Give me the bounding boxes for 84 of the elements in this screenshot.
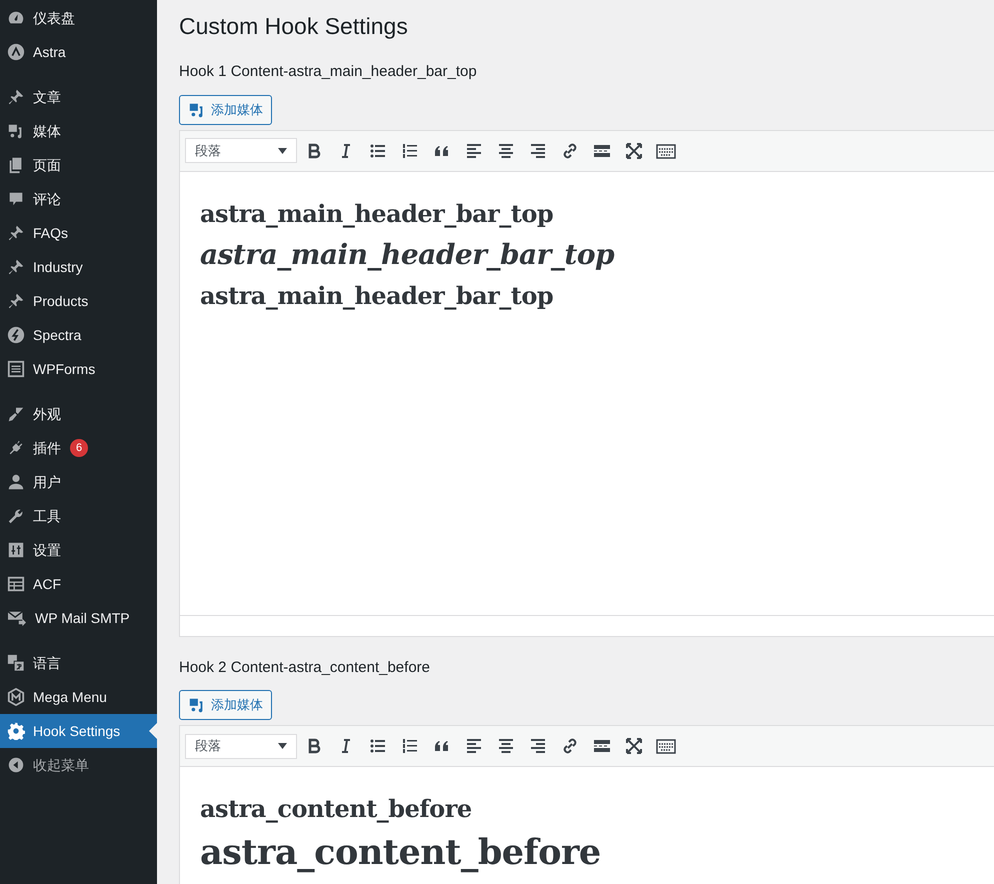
- heading-text: astra_main_header_bar_top: [200, 280, 554, 312]
- menu-item-label: Industry: [33, 258, 83, 277]
- letter-a-circle-icon: [7, 43, 25, 61]
- menu-item-label: Astra: [33, 42, 66, 62]
- add-media-button[interactable]: 添加媒体: [179, 94, 272, 124]
- sidebar-menu-item[interactable]: WPForms: [0, 352, 157, 386]
- menu-item-label: WP Mail SMTP: [35, 608, 130, 628]
- form-icon: [7, 360, 25, 378]
- menu-item-label: Mega Menu: [33, 688, 107, 707]
- sidebar-menu-item[interactable]: Mega Menu: [0, 680, 157, 714]
- editor-content-area[interactable]: astra_content_before astra_content_before: [180, 767, 994, 876]
- caret-icon: [278, 743, 287, 749]
- fullscreen-button[interactable]: [624, 140, 644, 160]
- pin-icon: [7, 292, 25, 310]
- envelope-arrow-icon: [7, 609, 27, 627]
- menu-item-label: 评论: [33, 190, 61, 208]
- sidebar-menu-item[interactable]: Industry: [0, 250, 157, 284]
- table-icon: [7, 575, 25, 593]
- sidebar-menu-item[interactable]: 文章: [0, 80, 157, 114]
- settings-icon: [7, 722, 25, 740]
- hook-label: Hook 2 Content-astra_content_before: [179, 658, 431, 678]
- menu-item-label: ACF: [33, 574, 61, 594]
- menu-item-label: 设置: [33, 540, 61, 560]
- page-title: Custom Hook Settings: [179, 12, 409, 40]
- hook-label: Hook 1 Content-astra_main_header_bar_top: [179, 62, 478, 82]
- user-icon: [7, 473, 25, 491]
- caret-icon: [278, 148, 287, 154]
- sliders-icon: [7, 541, 25, 559]
- menu-item-label: 仪表盘: [33, 8, 75, 28]
- sidebar-menu-item[interactable]: 用户: [0, 465, 157, 499]
- heading-text: astra_content_before: [200, 793, 472, 825]
- heading-text: astra_content_before: [200, 831, 601, 875]
- menu-item-label: 页面: [33, 156, 61, 174]
- sidebar-menu-item[interactable]: Hook Settings: [0, 714, 157, 748]
- current-item-notch: [149, 723, 157, 739]
- sidebar-menu-item[interactable]: 设置: [0, 533, 157, 567]
- hexagon-m-icon: [7, 688, 25, 706]
- menu-item-label: FAQs: [33, 224, 68, 243]
- align-center-button[interactable]: [496, 736, 516, 756]
- menu-item-label: 媒体: [33, 122, 61, 140]
- sidebar-menu-item[interactable]: Astra: [0, 35, 157, 69]
- pin-icon: [7, 88, 25, 106]
- paragraph-format-dropdown[interactable]: 段落: [185, 138, 297, 163]
- left-arrow-circle-icon: [7, 756, 25, 774]
- sidebar-menu-item[interactable]: 页面: [0, 148, 157, 182]
- heading-text: astra_main_header_bar_top: [200, 236, 614, 273]
- wrench-icon: [7, 507, 25, 525]
- menu-item-label: 文章: [33, 88, 61, 106]
- update-count-badge: 6: [70, 439, 88, 457]
- sidebar-menu-item[interactable]: 仪表盘: [0, 1, 157, 35]
- sidebar-menu-item[interactable]: 外观: [0, 397, 157, 431]
- translation-icon: [7, 654, 25, 672]
- sidebar-menu-item[interactable]: 评论: [0, 182, 157, 216]
- sidebar-menu-item[interactable]: WP Mail SMTP: [0, 601, 157, 635]
- sidebar-menu-item[interactable]: Spectra: [0, 318, 157, 352]
- fullscreen-button[interactable]: [624, 736, 644, 756]
- menu-item-label: 外观: [33, 404, 61, 424]
- menu-item-label: 工具: [33, 506, 61, 526]
- menu-item-label: Hook Settings: [33, 722, 120, 741]
- add-media-button[interactable]: 添加媒体: [179, 690, 272, 720]
- sidebar-menu-item[interactable]: Products: [0, 284, 157, 318]
- menu-item-label: 用户: [33, 472, 61, 492]
- menu-item-label: Products: [33, 292, 88, 310]
- sidebar-menu-item[interactable]: 工具: [0, 499, 157, 533]
- sidebar-menu-item[interactable]: ACF: [0, 567, 157, 601]
- menu-item-label: WPForms: [33, 360, 96, 378]
- numbered-list-button[interactable]: [400, 736, 420, 756]
- sidebar-menu-item[interactable]: 媒体: [0, 114, 157, 148]
- lightning-circle-icon: [7, 326, 25, 344]
- paragraph-format-dropdown[interactable]: 段落: [185, 734, 297, 758]
- pin-icon: [7, 258, 25, 276]
- paintbrush-icon: [7, 405, 25, 423]
- sidebar-menu-item[interactable]: FAQs: [0, 216, 157, 250]
- align-left-button[interactable]: [464, 736, 484, 756]
- plug-icon: [7, 439, 25, 457]
- sidebar-menu-item[interactable]: 插件 6: [0, 431, 157, 465]
- pin-icon: [7, 224, 25, 242]
- collapse-menu-button[interactable]: 收起菜单: [0, 748, 157, 782]
- align-right-button[interactable]: [528, 736, 548, 756]
- menu-item-label: Spectra: [33, 326, 82, 345]
- menu-item-label: 语言: [33, 654, 61, 672]
- menu-item-label: 插件: [33, 438, 61, 458]
- heading-text: astra_main_header_bar_top: [200, 198, 554, 230]
- sidebar-menu-item[interactable]: 语言: [0, 646, 157, 680]
